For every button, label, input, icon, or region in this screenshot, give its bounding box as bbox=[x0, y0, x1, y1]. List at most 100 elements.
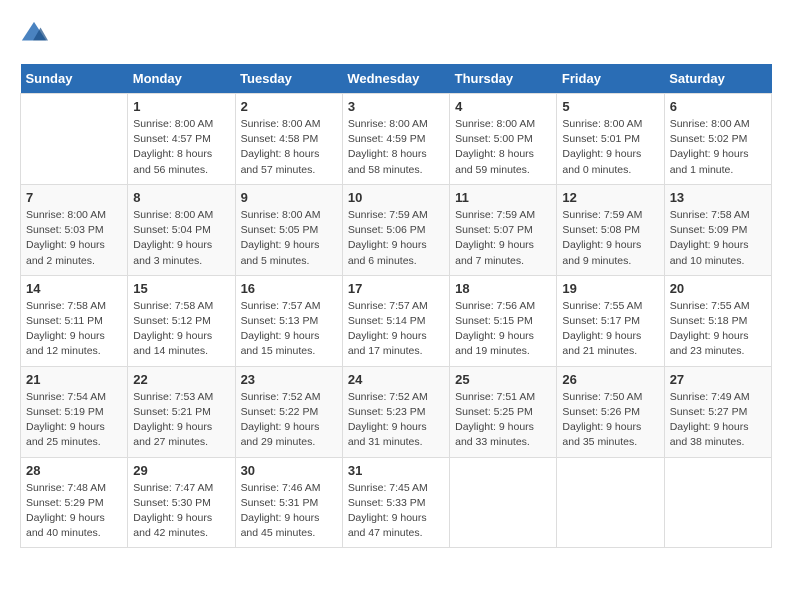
calendar-cell: 21 Sunrise: 7:54 AMSunset: 5:19 PMDayligh… bbox=[21, 366, 128, 457]
calendar-cell: 28 Sunrise: 7:48 AMSunset: 5:29 PMDayligh… bbox=[21, 457, 128, 548]
calendar-cell: 10 Sunrise: 7:59 AMSunset: 5:06 PMDayligh… bbox=[342, 184, 449, 275]
calendar-cell: 1Sunrise: 8:00 AMSunset: 4:57 PMDaylight… bbox=[128, 94, 235, 185]
calendar-cell bbox=[664, 457, 771, 548]
day-number: 28 bbox=[26, 463, 122, 478]
day-number: 4 bbox=[455, 99, 551, 114]
day-info: Sunrise: 7:48 AMSunset: 5:29 PMDaylight:… bbox=[26, 481, 122, 542]
week-row-4: 21 Sunrise: 7:54 AMSunset: 5:19 PMDayligh… bbox=[21, 366, 772, 457]
day-number: 20 bbox=[670, 281, 766, 296]
weekday-header-saturday: Saturday bbox=[664, 64, 771, 94]
calendar-table: SundayMondayTuesdayWednesdayThursdayFrid… bbox=[20, 64, 772, 548]
day-number: 19 bbox=[562, 281, 658, 296]
weekday-header-row: SundayMondayTuesdayWednesdayThursdayFrid… bbox=[21, 64, 772, 94]
day-info: Sunrise: 7:55 AMSunset: 5:17 PMDaylight:… bbox=[562, 299, 658, 360]
week-row-2: 7 Sunrise: 8:00 AMSunset: 5:03 PMDaylight… bbox=[21, 184, 772, 275]
calendar-cell: 25 Sunrise: 7:51 AMSunset: 5:25 PMDayligh… bbox=[450, 366, 557, 457]
day-info: Sunrise: 7:58 AMSunset: 5:12 PMDaylight:… bbox=[133, 299, 229, 360]
calendar-cell: 16 Sunrise: 7:57 AMSunset: 5:13 PMDayligh… bbox=[235, 275, 342, 366]
day-number: 23 bbox=[241, 372, 337, 387]
day-info: Sunrise: 7:51 AMSunset: 5:25 PMDaylight:… bbox=[455, 390, 551, 451]
day-number: 17 bbox=[348, 281, 444, 296]
calendar-cell bbox=[557, 457, 664, 548]
day-number: 5 bbox=[562, 99, 658, 114]
day-number: 18 bbox=[455, 281, 551, 296]
day-info: Sunrise: 8:00 AMSunset: 4:57 PMDaylight:… bbox=[133, 117, 229, 178]
logo-icon bbox=[20, 20, 48, 48]
day-number: 29 bbox=[133, 463, 229, 478]
calendar-cell: 11 Sunrise: 7:59 AMSunset: 5:07 PMDayligh… bbox=[450, 184, 557, 275]
day-info: Sunrise: 7:52 AMSunset: 5:23 PMDaylight:… bbox=[348, 390, 444, 451]
calendar-cell: 8 Sunrise: 8:00 AMSunset: 5:04 PMDaylight… bbox=[128, 184, 235, 275]
day-number: 16 bbox=[241, 281, 337, 296]
calendar-cell: 17 Sunrise: 7:57 AMSunset: 5:14 PMDayligh… bbox=[342, 275, 449, 366]
day-info: Sunrise: 7:49 AMSunset: 5:27 PMDaylight:… bbox=[670, 390, 766, 451]
day-info: Sunrise: 8:00 AMSunset: 4:58 PMDaylight:… bbox=[241, 117, 337, 178]
day-info: Sunrise: 7:53 AMSunset: 5:21 PMDaylight:… bbox=[133, 390, 229, 451]
calendar-cell: 30Sunrise: 7:46 AMSunset: 5:31 PMDayligh… bbox=[235, 457, 342, 548]
day-info: Sunrise: 7:50 AMSunset: 5:26 PMDaylight:… bbox=[562, 390, 658, 451]
day-info: Sunrise: 8:00 AMSunset: 5:03 PMDaylight:… bbox=[26, 208, 122, 269]
calendar-cell: 9Sunrise: 8:00 AMSunset: 5:05 PMDaylight… bbox=[235, 184, 342, 275]
weekday-header-tuesday: Tuesday bbox=[235, 64, 342, 94]
weekday-header-thursday: Thursday bbox=[450, 64, 557, 94]
day-number: 9 bbox=[241, 190, 337, 205]
calendar-cell: 15 Sunrise: 7:58 AMSunset: 5:12 PMDayligh… bbox=[128, 275, 235, 366]
day-info: Sunrise: 7:52 AMSunset: 5:22 PMDaylight:… bbox=[241, 390, 337, 451]
day-info: Sunrise: 7:59 AMSunset: 5:07 PMDaylight:… bbox=[455, 208, 551, 269]
calendar-cell bbox=[21, 94, 128, 185]
day-number: 15 bbox=[133, 281, 229, 296]
calendar-cell: 4 Sunrise: 8:00 AMSunset: 5:00 PMDaylight… bbox=[450, 94, 557, 185]
day-info: Sunrise: 7:54 AMSunset: 5:19 PMDaylight:… bbox=[26, 390, 122, 451]
day-info: Sunrise: 7:55 AMSunset: 5:18 PMDaylight:… bbox=[670, 299, 766, 360]
calendar-cell: 14 Sunrise: 7:58 AMSunset: 5:11 PMDayligh… bbox=[21, 275, 128, 366]
calendar-cell: 27Sunrise: 7:49 AMSunset: 5:27 PMDayligh… bbox=[664, 366, 771, 457]
day-number: 2 bbox=[241, 99, 337, 114]
day-number: 11 bbox=[455, 190, 551, 205]
day-number: 12 bbox=[562, 190, 658, 205]
day-number: 31 bbox=[348, 463, 444, 478]
calendar-cell: 23 Sunrise: 7:52 AMSunset: 5:22 PMDayligh… bbox=[235, 366, 342, 457]
day-info: Sunrise: 7:57 AMSunset: 5:13 PMDaylight:… bbox=[241, 299, 337, 360]
day-number: 22 bbox=[133, 372, 229, 387]
calendar-cell: 7 Sunrise: 8:00 AMSunset: 5:03 PMDaylight… bbox=[21, 184, 128, 275]
day-number: 25 bbox=[455, 372, 551, 387]
logo bbox=[20, 20, 52, 48]
day-info: Sunrise: 7:45 AMSunset: 5:33 PMDaylight:… bbox=[348, 481, 444, 542]
day-number: 8 bbox=[133, 190, 229, 205]
calendar-cell: 3 Sunrise: 8:00 AMSunset: 4:59 PMDaylight… bbox=[342, 94, 449, 185]
calendar-cell: 13 Sunrise: 7:58 AMSunset: 5:09 PMDayligh… bbox=[664, 184, 771, 275]
day-info: Sunrise: 7:59 AMSunset: 5:08 PMDaylight:… bbox=[562, 208, 658, 269]
calendar-cell: 24 Sunrise: 7:52 AMSunset: 5:23 PMDayligh… bbox=[342, 366, 449, 457]
day-info: Sunrise: 7:58 AMSunset: 5:09 PMDaylight:… bbox=[670, 208, 766, 269]
day-number: 24 bbox=[348, 372, 444, 387]
calendar-cell: 26 Sunrise: 7:50 AMSunset: 5:26 PMDayligh… bbox=[557, 366, 664, 457]
day-number: 7 bbox=[26, 190, 122, 205]
page-header bbox=[20, 20, 772, 48]
weekday-header-monday: Monday bbox=[128, 64, 235, 94]
day-info: Sunrise: 7:58 AMSunset: 5:11 PMDaylight:… bbox=[26, 299, 122, 360]
day-number: 14 bbox=[26, 281, 122, 296]
day-info: Sunrise: 8:00 AMSunset: 4:59 PMDaylight:… bbox=[348, 117, 444, 178]
weekday-header-wednesday: Wednesday bbox=[342, 64, 449, 94]
weekday-header-sunday: Sunday bbox=[21, 64, 128, 94]
day-number: 6 bbox=[670, 99, 766, 114]
week-row-1: 1Sunrise: 8:00 AMSunset: 4:57 PMDaylight… bbox=[21, 94, 772, 185]
calendar-cell: 19 Sunrise: 7:55 AMSunset: 5:17 PMDayligh… bbox=[557, 275, 664, 366]
day-number: 10 bbox=[348, 190, 444, 205]
day-info: Sunrise: 7:57 AMSunset: 5:14 PMDaylight:… bbox=[348, 299, 444, 360]
calendar-cell: 31 Sunrise: 7:45 AMSunset: 5:33 PMDayligh… bbox=[342, 457, 449, 548]
day-info: Sunrise: 8:00 AMSunset: 5:04 PMDaylight:… bbox=[133, 208, 229, 269]
day-info: Sunrise: 7:56 AMSunset: 5:15 PMDaylight:… bbox=[455, 299, 551, 360]
calendar-cell: 22 Sunrise: 7:53 AMSunset: 5:21 PMDayligh… bbox=[128, 366, 235, 457]
calendar-cell: 12 Sunrise: 7:59 AMSunset: 5:08 PMDayligh… bbox=[557, 184, 664, 275]
calendar-cell: 29Sunrise: 7:47 AMSunset: 5:30 PMDayligh… bbox=[128, 457, 235, 548]
day-info: Sunrise: 8:00 AMSunset: 5:00 PMDaylight:… bbox=[455, 117, 551, 178]
day-number: 21 bbox=[26, 372, 122, 387]
calendar-cell: 2 Sunrise: 8:00 AMSunset: 4:58 PMDaylight… bbox=[235, 94, 342, 185]
day-info: Sunrise: 7:59 AMSunset: 5:06 PMDaylight:… bbox=[348, 208, 444, 269]
day-number: 26 bbox=[562, 372, 658, 387]
day-info: Sunrise: 8:00 AMSunset: 5:02 PMDaylight:… bbox=[670, 117, 766, 178]
day-info: Sunrise: 8:00 AMSunset: 5:01 PMDaylight:… bbox=[562, 117, 658, 178]
day-number: 3 bbox=[348, 99, 444, 114]
day-number: 13 bbox=[670, 190, 766, 205]
